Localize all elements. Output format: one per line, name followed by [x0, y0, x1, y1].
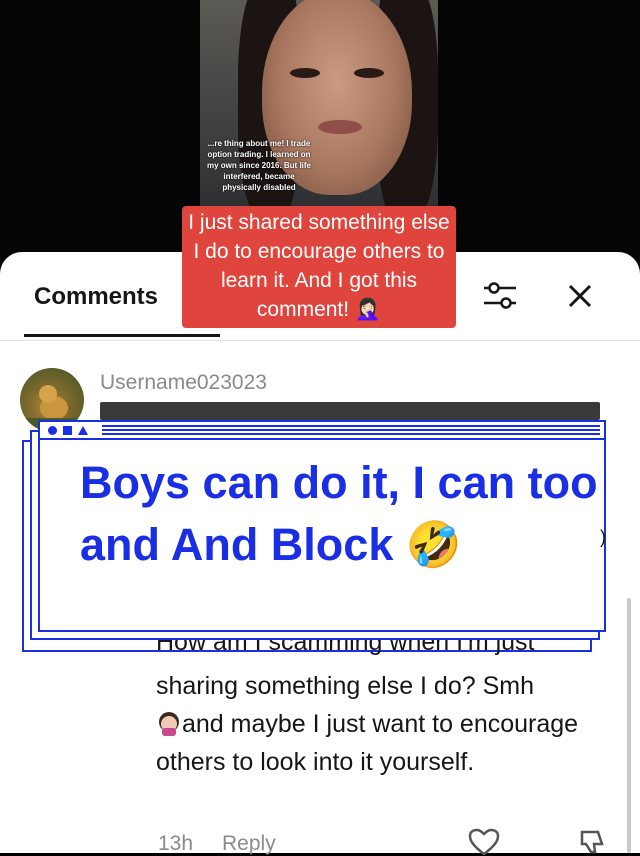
window-controls [48, 424, 88, 436]
video-caption: ...re thing about me! I trade option tra… [206, 139, 312, 192]
window-title-bar [40, 422, 604, 440]
header-divider [0, 340, 640, 341]
overlay-window: Boys can do it, I can too and And Block … [38, 420, 606, 632]
facepalm-emoji-icon [159, 712, 179, 736]
heart-icon[interactable] [468, 828, 500, 856]
reply-partial-text: How am I scamming when I'm just [156, 640, 535, 656]
edge-glyph: ) [600, 527, 606, 547]
circle-icon [48, 425, 57, 435]
close-icon[interactable] [564, 280, 596, 312]
reply-partial-line: How am I scamming when I'm just [156, 640, 606, 662]
lips [318, 120, 362, 134]
overlay-caption: I just shared something else I do to enc… [182, 206, 456, 328]
tab-comments[interactable]: Comments [34, 283, 158, 311]
dislike-icon[interactable] [576, 828, 608, 856]
reply-text: sharing something else I do? Smh and may… [156, 667, 616, 781]
square-icon [63, 425, 72, 435]
sliders-icon[interactable] [482, 279, 518, 313]
scrollbar[interactable] [627, 598, 631, 853]
reply-button[interactable]: Reply [222, 832, 276, 856]
title-bar-stripes [102, 425, 600, 435]
reply-text-part1: sharing something else I do? Smh [156, 672, 534, 700]
comment-text-obscured [100, 402, 600, 420]
triangle-icon [78, 425, 88, 435]
reply-timestamp: 13h [158, 832, 194, 855]
tab-underline [24, 334, 220, 337]
comment-username[interactable]: Username023023 [100, 371, 267, 395]
eye-left [290, 68, 320, 78]
eye-right [354, 68, 384, 78]
overlay-window-text: Boys can do it, I can too and And Block … [80, 457, 598, 570]
reply-text-part2: and maybe I just want to encourage other… [156, 710, 579, 776]
video-player[interactable]: ...re thing about me! I trade option tra… [200, 0, 438, 215]
